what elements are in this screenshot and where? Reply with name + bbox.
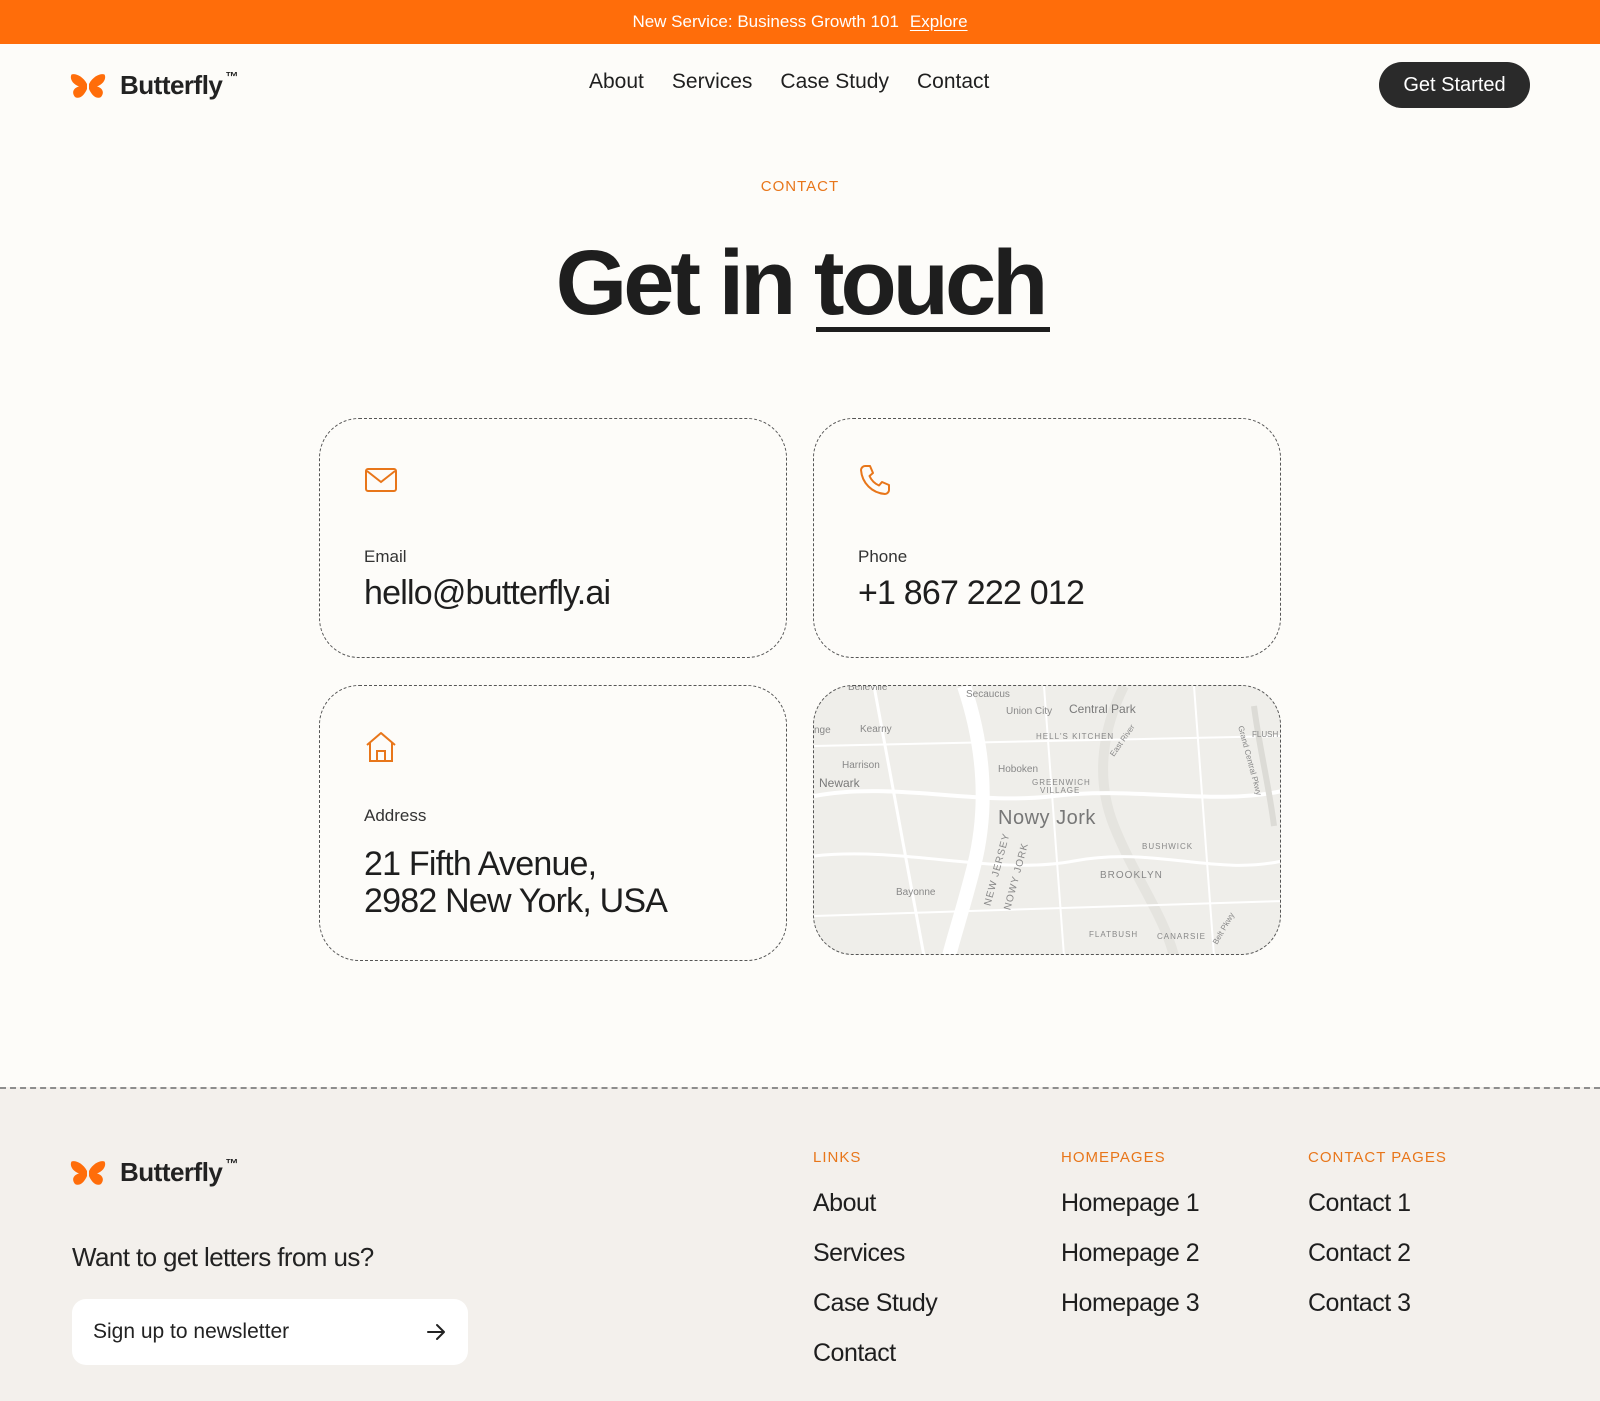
- email-card: Email hello@butterfly.ai: [319, 418, 787, 658]
- map-label-flatbush: FLATBUSH: [1089, 930, 1139, 939]
- arrow-right-icon[interactable]: [424, 1320, 448, 1344]
- footer-links-column: LINKS About Services Case Study Contact: [813, 1149, 938, 1389]
- nav-case-study[interactable]: Case Study: [780, 70, 889, 94]
- map-label-union-city: Union City: [1006, 706, 1053, 717]
- footer-homepages-title: HOMEPAGES: [1061, 1149, 1166, 1166]
- newsletter-input[interactable]: [93, 1320, 403, 1344]
- footer-link-contact-1[interactable]: Contact 1: [1308, 1189, 1447, 1239]
- nav-contact[interactable]: Contact: [917, 70, 989, 94]
- phone-card: Phone +1 867 222 012: [813, 418, 1281, 658]
- footer: Butterfly ™ Want to get letters from us? …: [0, 1087, 1600, 1401]
- announcement-explore-link[interactable]: Explore: [910, 12, 968, 32]
- announcement-text: New Service: Business Growth 101: [632, 12, 899, 31]
- address-line-2: 2982 New York, USA: [364, 882, 668, 920]
- hero-eyebrow: CONTACT: [760, 178, 840, 195]
- footer-homepages-column: HOMEPAGES Homepage 1 Homepage 2 Homepage…: [1061, 1149, 1200, 1339]
- footer-link-case-study[interactable]: Case Study: [813, 1289, 938, 1339]
- map-label-bayonne: Bayonne: [896, 887, 936, 898]
- brand-name: Butterfly ™: [120, 69, 238, 100]
- footer-links-title: LINKS: [813, 1149, 862, 1166]
- email-label: Email: [364, 547, 407, 566]
- footer-contact-pages-column: CONTACT PAGES Contact 1 Contact 2 Contac…: [1308, 1149, 1447, 1339]
- map-label-brooklyn: BROOKLYN: [1100, 870, 1163, 881]
- get-started-button[interactable]: Get Started: [1379, 62, 1530, 108]
- footer-link-homepage-1[interactable]: Homepage 1: [1061, 1189, 1200, 1239]
- map-label-belleville: Belleville: [848, 685, 888, 693]
- nav-about[interactable]: About: [589, 70, 644, 94]
- map-label-newark: Newark: [819, 776, 860, 790]
- map-label-canarsie: CANARSIE: [1157, 932, 1206, 941]
- address-line-1: 21 Fifth Avenue,: [364, 845, 597, 883]
- header-logo[interactable]: Butterfly ™: [70, 69, 238, 101]
- email-value[interactable]: hello@butterfly.ai: [364, 575, 611, 612]
- map-label-main-city: Nowy Jork: [998, 807, 1096, 829]
- footer-logo[interactable]: Butterfly ™: [70, 1156, 238, 1188]
- map-label-flush: FLUSH: [1252, 730, 1279, 739]
- footer-contact-pages-title: CONTACT PAGES: [1308, 1149, 1447, 1166]
- footer-link-homepage-2[interactable]: Homepage 2: [1061, 1239, 1200, 1289]
- location-map[interactable]: Belleville Secaucus Union City Central P…: [813, 685, 1281, 955]
- title-underlined-word: touch: [814, 228, 1051, 338]
- footer-brand-name: Butterfly ™: [120, 1156, 238, 1187]
- phone-icon: [860, 465, 890, 495]
- map-label-hoboken: Hoboken: [998, 764, 1039, 775]
- map-label-edge: nge: [814, 725, 831, 736]
- phone-value[interactable]: +1 867 222 012: [858, 575, 1085, 612]
- footer-link-about[interactable]: About: [813, 1189, 937, 1239]
- mail-icon: [365, 468, 397, 492]
- nav-services[interactable]: Services: [672, 70, 753, 94]
- home-icon: [366, 732, 396, 762]
- page-title: Get in touch: [0, 228, 1600, 338]
- footer-link-homepage-3[interactable]: Homepage 3: [1061, 1289, 1200, 1339]
- phone-label: Phone: [858, 547, 908, 566]
- map-label-village: VILLAGE: [1040, 786, 1081, 795]
- newsletter-tagline: Want to get letters from us?: [72, 1242, 374, 1272]
- map-label-secaucus: Secaucus: [966, 689, 1010, 700]
- map-label-hells-kitchen: HELL'S KITCHEN: [1036, 732, 1115, 741]
- main-nav: About Services Case Study Contact: [589, 70, 989, 94]
- address-label: Address: [364, 806, 427, 825]
- footer-link-contact[interactable]: Contact: [813, 1339, 937, 1389]
- address-card: Address 21 Fifth Avenue, 2982 New York, …: [319, 685, 787, 961]
- footer-link-contact-2[interactable]: Contact 2: [1308, 1239, 1447, 1289]
- footer-link-contact-3[interactable]: Contact 3: [1308, 1289, 1447, 1339]
- newsletter-form: [72, 1299, 468, 1365]
- map-label-central-park: Central Park: [1069, 702, 1136, 716]
- map-label-kearny: Kearny: [860, 724, 892, 735]
- map-label-harrison: Harrison: [842, 760, 880, 771]
- footer-link-services[interactable]: Services: [813, 1239, 937, 1289]
- announcement-bar: New Service: Business Growth 101 Explore: [0, 0, 1600, 44]
- map-label-bushwick: BUSHWICK: [1142, 842, 1194, 851]
- butterfly-logo-icon: [70, 73, 106, 98]
- address-value: 21 Fifth Avenue, 2982 New York, USA: [364, 845, 668, 920]
- butterfly-logo-icon: [70, 1160, 106, 1185]
